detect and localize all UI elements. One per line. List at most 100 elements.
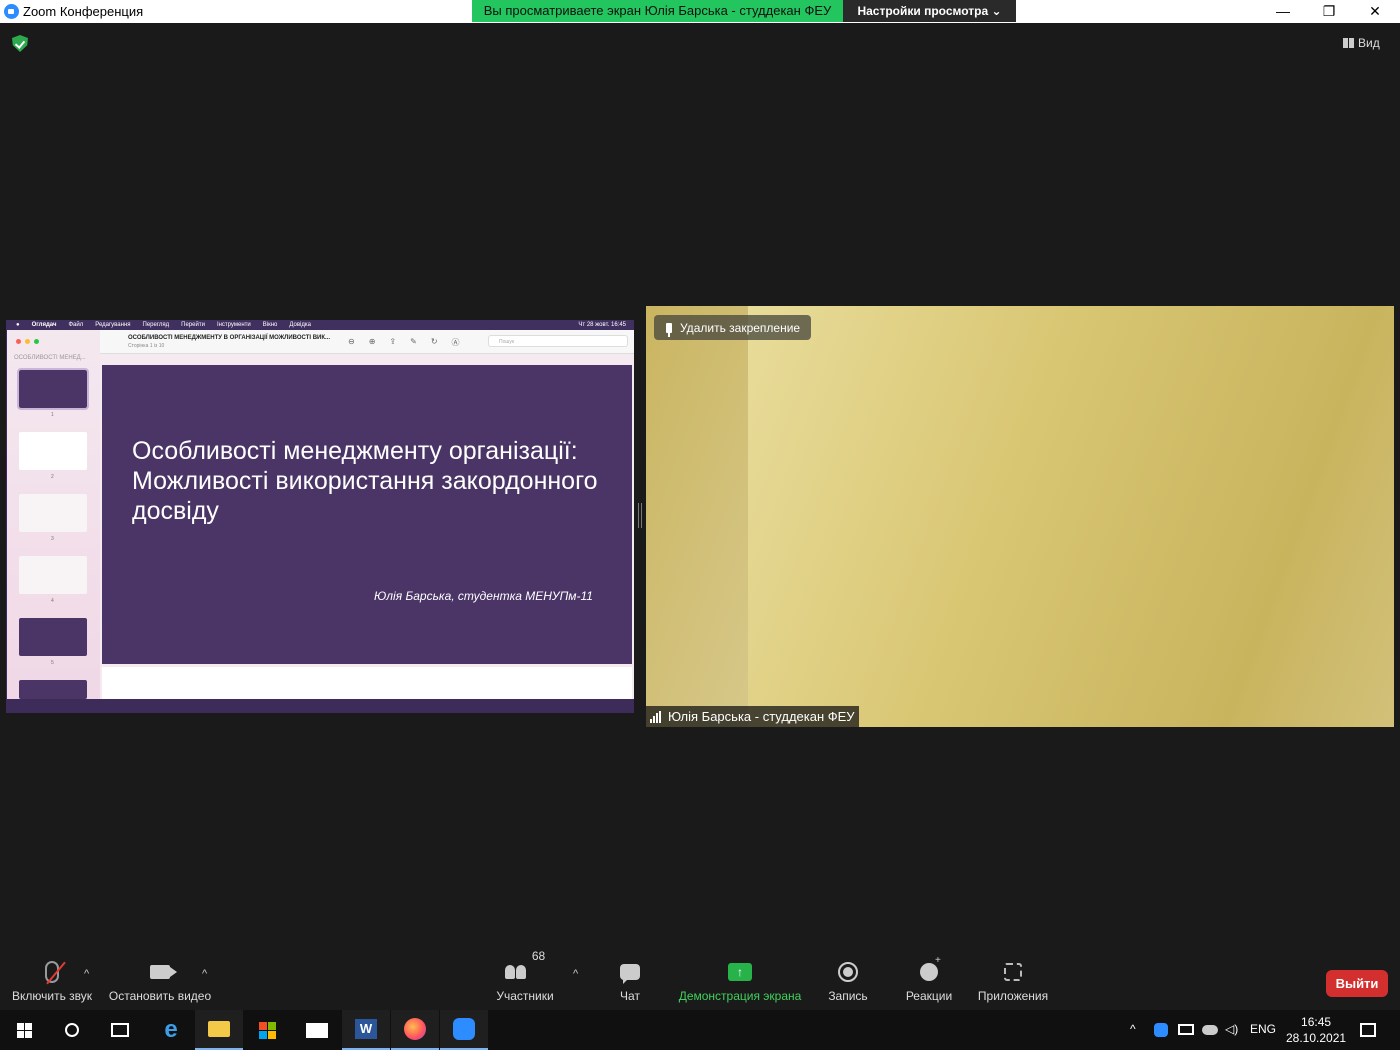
word-icon: W <box>355 1019 377 1039</box>
record-label: Запись <box>828 989 868 1003</box>
menubar-item: Файл <box>68 322 84 328</box>
taskbar-mail[interactable] <box>293 1010 341 1050</box>
network-icon[interactable] <box>1178 1024 1194 1035</box>
firefox-icon <box>404 1018 426 1040</box>
leave-button[interactable]: Выйти <box>1326 970 1388 997</box>
reactions-icon <box>920 955 941 981</box>
view-button[interactable]: Вид <box>1343 34 1393 52</box>
view-label: Вид <box>1358 36 1380 50</box>
thumb-number: 3 <box>51 536 54 542</box>
grid-icon <box>1343 38 1354 48</box>
restore-button[interactable]: ❐ <box>1306 0 1352 22</box>
slide-thumbnail <box>19 432 87 470</box>
store-icon <box>258 1021 276 1039</box>
document-title: ОСОБЛИВОСТІ МЕНЕДЖМЕНТУ В ОРГАНІЗАЦІЇ МО… <box>128 335 331 341</box>
share-screen-label: Демонстрация экрана <box>678 989 802 1003</box>
task-view-button[interactable] <box>96 1010 144 1050</box>
windows-logo-icon <box>16 1022 32 1038</box>
meeting-controls: Включить звук ^ Остановить видео ^ 68 Уч… <box>0 949 1400 1010</box>
participant-video[interactable]: Удалить закрепление Юлія Барська - студд… <box>646 306 1394 727</box>
slide-thumbnail <box>19 618 87 656</box>
split-divider-handle[interactable] <box>638 503 642 528</box>
unmute-label: Включить звук <box>11 989 93 1003</box>
volume-icon[interactable]: ◁) <box>1225 1022 1238 1036</box>
search-button[interactable] <box>48 1010 96 1050</box>
unpin-button[interactable]: Удалить закрепление <box>654 315 811 340</box>
menubar-item: Вікно <box>262 322 278 328</box>
apps-button[interactable]: Приложения <box>976 955 1050 1003</box>
slide-thumbnail <box>19 556 87 594</box>
thumb-number: 5 <box>51 660 54 666</box>
pin-icon <box>666 322 672 337</box>
annotate-icon: Ⓐ <box>451 338 460 347</box>
slide-thumbnail <box>17 368 89 410</box>
view-settings-button[interactable]: Настройки просмотра ⌄ <box>843 0 1016 22</box>
taskbar-word[interactable]: W <box>342 1010 390 1050</box>
start-button[interactable] <box>0 1010 48 1050</box>
taskbar-zoom[interactable] <box>440 1010 488 1050</box>
shared-screen[interactable]: ● Оглядач Файл Редагування Перегляд Пере… <box>6 320 634 713</box>
menubar-item: Перейти <box>181 322 205 328</box>
unpin-label: Удалить закрепление <box>680 320 801 335</box>
rotate-icon: ↻ <box>430 337 438 346</box>
task-view-icon <box>111 1023 129 1037</box>
record-button[interactable]: Запись <box>826 955 870 1003</box>
mac-menubar: ● Оглядач Файл Редагування Перегляд Пере… <box>6 320 634 330</box>
share-screen-button[interactable]: ↑ Демонстрация экрана <box>678 955 802 1003</box>
thumb-number: 1 <box>51 412 54 418</box>
chat-button[interactable]: Чат <box>612 955 648 1003</box>
thumb-number: 2 <box>51 474 54 480</box>
zoom-tray-icon[interactable] <box>1154 1023 1168 1037</box>
slide-title: Особливості менеджменту організації: Мож… <box>132 437 598 525</box>
stop-video-button[interactable]: Остановить видео <box>109 955 211 1003</box>
participants-button[interactable]: 68 Участники <box>495 949 555 1003</box>
close-dot-icon <box>16 339 21 344</box>
next-slide <box>102 667 632 699</box>
apps-icon <box>1004 963 1022 981</box>
close-button[interactable]: ✕ <box>1352 0 1398 22</box>
menubar-item: Редагування <box>95 322 131 328</box>
participants-icon <box>504 965 526 979</box>
clock-time: 16:45 <box>1301 1015 1332 1029</box>
participants-label: Участники <box>496 989 554 1003</box>
encryption-shield-icon[interactable] <box>12 35 28 52</box>
zoom-taskbar-icon <box>453 1018 475 1040</box>
traffic-lights <box>16 339 39 344</box>
menubar-clock: Чт 28 жовт. 16:45 <box>578 322 626 328</box>
taskbar-firefox[interactable] <box>391 1010 439 1050</box>
signal-strength-icon <box>650 711 661 723</box>
stop-video-label: Остановить видео <box>108 989 212 1003</box>
taskbar-store[interactable] <box>243 1010 291 1050</box>
language-indicator[interactable]: ENG <box>1250 1022 1276 1036</box>
video-options-caret-icon[interactable]: ^ <box>202 968 207 980</box>
slide-author: Юлія Барська, студентка МЕНУПм-11 <box>374 589 593 603</box>
unmute-button[interactable]: Включить звук <box>10 955 94 1003</box>
record-icon <box>838 962 858 982</box>
tray-overflow-icon[interactable]: ^ <box>1130 1022 1136 1036</box>
share-screen-icon: ↑ <box>728 963 752 981</box>
participants-options-caret-icon[interactable]: ^ <box>573 968 578 980</box>
audio-options-caret-icon[interactable]: ^ <box>84 968 89 980</box>
participant-name: Юлія Барська - студдекан ФЕУ <box>668 709 855 724</box>
search-icon <box>65 1023 79 1037</box>
participant-name-tag: Юлія Барська - студдекан ФЕУ <box>646 706 859 727</box>
slide-thumbnail <box>19 494 87 532</box>
zoom-out-icon: ⊖ <box>348 337 355 346</box>
folder-icon <box>208 1021 230 1037</box>
current-slide: Особливості менеджменту організації: Мож… <box>102 365 632 664</box>
cloud-icon[interactable] <box>1202 1025 1218 1035</box>
menubar-item: Перегляд <box>142 322 170 328</box>
taskbar-edge[interactable]: e <box>147 1010 195 1050</box>
muted-mic-icon <box>45 961 59 983</box>
edge-icon: e <box>164 1016 178 1043</box>
preview-window: ОСОБЛИВОСТІ МЕНЕД... 1 2 3 4 5 ОСОБЛИВОС… <box>7 330 634 699</box>
windows-taskbar: e W ^ ◁) ENG 16:45 28.10.2021 <box>0 1010 1400 1050</box>
minimize-button[interactable]: — <box>1260 0 1306 22</box>
title-bar: Zoom Конференция Вы просматриваете экран… <box>0 0 1400 23</box>
notifications-icon[interactable] <box>1360 1023 1376 1037</box>
preview-search-box: Пошук <box>488 335 628 347</box>
taskbar-explorer[interactable] <box>195 1010 243 1050</box>
chat-icon <box>620 964 640 984</box>
taskbar-clock[interactable]: 16:45 28.10.2021 <box>1286 1014 1346 1046</box>
reactions-button[interactable]: Реакции <box>904 955 954 1003</box>
